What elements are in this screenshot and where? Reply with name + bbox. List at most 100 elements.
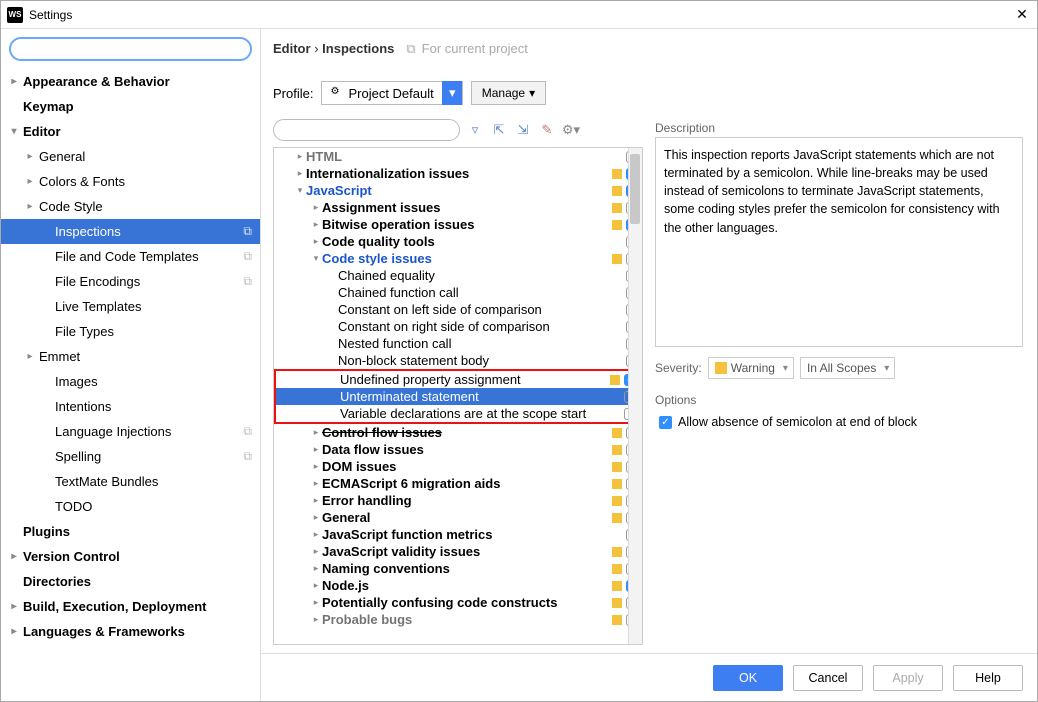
tree-row-label: ECMAScript 6 migration aids (322, 476, 612, 491)
tree-row[interactable]: ▸Probable bugs (274, 611, 642, 628)
sidebar-item-file-types[interactable]: File Types (1, 319, 260, 344)
tree-row-label: DOM issues (322, 459, 612, 474)
sidebar-item-label: Plugins (21, 524, 252, 539)
tree-row[interactable]: ▾JavaScript✓ (274, 182, 642, 199)
tree-row[interactable]: Chained function call (274, 284, 642, 301)
tree-row[interactable]: ▸Assignment issues (274, 199, 642, 216)
sidebar-item-appearance-behavior[interactable]: ▸Appearance & Behavior (1, 69, 260, 94)
sidebar-item-editor[interactable]: ▾Editor (1, 119, 260, 144)
tree-row-label: Error handling (322, 493, 612, 508)
expand-icon: ▸ (7, 76, 21, 87)
dropdown-arrow-icon[interactable]: ▾ (442, 81, 462, 105)
tree-row[interactable]: Constant on right side of comparison (274, 318, 642, 335)
sidebar-item-images[interactable]: Images (1, 369, 260, 394)
main-panel: Editor › Inspections ⧉ For current proje… (261, 29, 1037, 701)
sidebar-item-directories[interactable]: Directories (1, 569, 260, 594)
tree-row-label: Internationalization issues (306, 166, 612, 181)
help-button[interactable]: Help (953, 665, 1023, 691)
tree-row-label: Unterminated statement (340, 389, 610, 404)
sidebar-item-code-style[interactable]: ▸Code Style (1, 194, 260, 219)
expand-icon: ▸ (310, 563, 322, 574)
allow-absence-checkbox[interactable]: ✓ (659, 416, 672, 429)
tree-row[interactable]: Unterminated statement (276, 388, 640, 405)
scope-combo[interactable]: In All Scopes (800, 357, 895, 379)
chevron-down-icon: ▾ (529, 86, 535, 100)
expand-icon: ▸ (310, 444, 322, 455)
tree-row[interactable]: ▸Naming conventions (274, 560, 642, 577)
tree-row[interactable]: ▸DOM issues (274, 458, 642, 475)
tree-row[interactable]: Undefined property assignment✓ (276, 371, 640, 388)
tree-row[interactable]: ▸HTML (274, 148, 642, 165)
tree-row[interactable]: ▸JavaScript validity issues (274, 543, 642, 560)
tree-row[interactable]: ▸ECMAScript 6 migration aids (274, 475, 642, 492)
sidebar-item-file-and-code-templates[interactable]: File and Code Templates⧉ (1, 244, 260, 269)
sidebar-item-live-templates[interactable]: Live Templates (1, 294, 260, 319)
sidebar-item-todo[interactable]: TODO (1, 494, 260, 519)
sidebar-item-version-control[interactable]: ▸Version Control (1, 544, 260, 569)
severity-combo[interactable]: Warning (708, 357, 794, 379)
sidebar-item-label: File Types (53, 324, 252, 339)
tree-row-label: Code quality tools (322, 234, 612, 249)
severity-indicator-icon (612, 530, 622, 540)
breadcrumb-seg-editor[interactable]: Editor (273, 41, 311, 56)
expand-all-icon[interactable]: ⇱ (490, 121, 508, 139)
sidebar-item-languages-frameworks[interactable]: ▸Languages & Frameworks (1, 619, 260, 644)
tree-row[interactable]: Nested function call (274, 335, 642, 352)
inspection-tree[interactable]: ▸HTML▸Internationalization issues✓▾JavaS… (273, 147, 643, 645)
sidebar-item-build-execution-deployment[interactable]: ▸Build, Execution, Deployment (1, 594, 260, 619)
cancel-button[interactable]: Cancel (793, 665, 863, 691)
sidebar-item-inspections[interactable]: Inspections⧉ (1, 219, 260, 244)
tree-row[interactable]: Variable declarations are at the scope s… (276, 405, 640, 422)
settings-search-input[interactable] (9, 37, 252, 61)
tree-row[interactable]: ▸Internationalization issues✓ (274, 165, 642, 182)
sidebar-item-label: Version Control (21, 549, 252, 564)
tree-row-label: Assignment issues (322, 200, 612, 215)
severity-indicator-icon (612, 271, 622, 281)
close-icon[interactable]: ✕ (1013, 6, 1031, 24)
profile-combo[interactable]: ⚙ Project Default ▾ (321, 81, 462, 105)
tree-row[interactable]: ▸General (274, 509, 642, 526)
tree-row[interactable]: ▸Node.js✓ (274, 577, 642, 594)
tree-row[interactable]: ▸Control flow issues (274, 424, 642, 441)
sidebar-item-file-encodings[interactable]: File Encodings⧉ (1, 269, 260, 294)
sidebar-item-keymap[interactable]: Keymap (1, 94, 260, 119)
sidebar-item-colors-fonts[interactable]: ▸Colors & Fonts (1, 169, 260, 194)
tree-row-label: Chained equality (338, 268, 612, 283)
sidebar-item-spelling[interactable]: Spelling⧉ (1, 444, 260, 469)
scrollbar-thumb[interactable] (630, 154, 640, 224)
tree-row[interactable]: ▸Code quality tools (274, 233, 642, 250)
tree-row[interactable]: Non-block statement body (274, 352, 642, 369)
settings-nav[interactable]: ▸Appearance & BehaviorKeymap▾Editor▸Gene… (1, 69, 260, 701)
tree-row-label: Potentially confusing code constructs (322, 595, 612, 610)
severity-indicator-icon (610, 392, 620, 402)
sidebar-item-intentions[interactable]: Intentions (1, 394, 260, 419)
sidebar-item-label: Emmet (37, 349, 252, 364)
reset-icon[interactable]: ✎ (538, 121, 556, 139)
severity-indicator-icon (612, 339, 622, 349)
ok-button[interactable]: OK (713, 665, 783, 691)
gear-icon[interactable]: ⚙▾ (562, 121, 580, 139)
sidebar-item-label: General (37, 149, 252, 164)
collapse-all-icon[interactable]: ⇲ (514, 121, 532, 139)
expand-icon: ▸ (310, 478, 322, 489)
tree-row[interactable]: ▸JavaScript function metrics (274, 526, 642, 543)
tree-row[interactable]: ▸Potentially confusing code constructs– (274, 594, 642, 611)
scrollbar[interactable] (628, 148, 642, 644)
inspection-search-input[interactable] (273, 119, 460, 141)
tree-row[interactable]: ▾Code style issues (274, 250, 642, 267)
window-title: Settings (29, 8, 1013, 22)
sidebar-item-general[interactable]: ▸General (1, 144, 260, 169)
tree-row[interactable]: ▸Error handling (274, 492, 642, 509)
sidebar-item-plugins[interactable]: Plugins (1, 519, 260, 544)
tree-row[interactable]: ▸Bitwise operation issues✓ (274, 216, 642, 233)
expand-icon: ▸ (310, 614, 322, 625)
sidebar-item-language-injections[interactable]: Language Injections⧉ (1, 419, 260, 444)
sidebar-item-textmate-bundles[interactable]: TextMate Bundles (1, 469, 260, 494)
tree-row[interactable]: ▸Data flow issues (274, 441, 642, 458)
manage-button[interactable]: Manage▾ (471, 81, 546, 105)
tree-row[interactable]: Constant on left side of comparison (274, 301, 642, 318)
apply-button[interactable]: Apply (873, 665, 943, 691)
sidebar-item-emmet[interactable]: ▸Emmet (1, 344, 260, 369)
funnel-icon[interactable]: ▿ (466, 121, 484, 139)
tree-row[interactable]: Chained equality (274, 267, 642, 284)
